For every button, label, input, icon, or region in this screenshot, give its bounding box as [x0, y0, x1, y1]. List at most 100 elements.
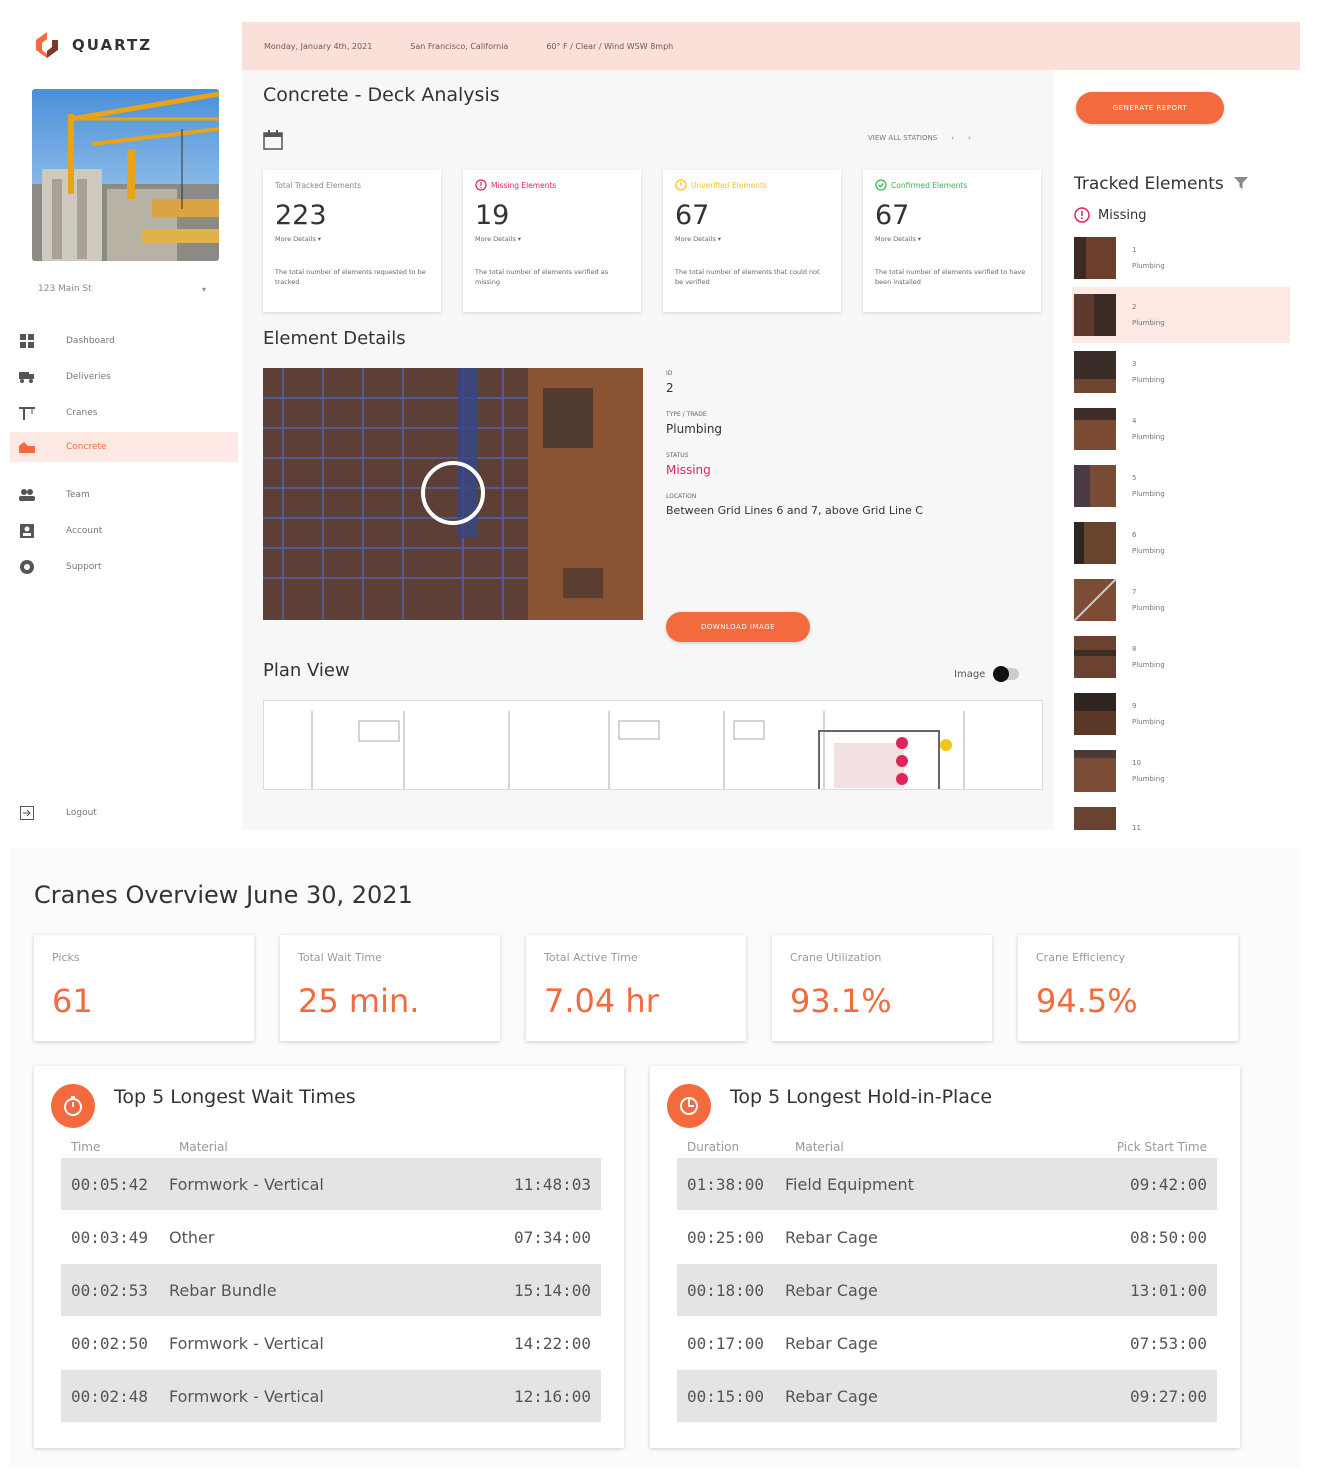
tracked-element-item[interactable]: 8 Plumbing [1072, 629, 1290, 685]
stat-description: The total number of elements verified to… [875, 268, 1026, 286]
sidebar-item-support[interactable]: Support [10, 552, 238, 582]
toggle-switch[interactable] [993, 666, 1020, 682]
element-item-text: 4 Plumbing [1132, 417, 1165, 441]
kpi-value: 7.04 hr [544, 982, 659, 1020]
element-details-panel: ID 2 TYPE / TRADE Plumbing STATUS Missin… [666, 370, 1046, 517]
station-nav: VIEW ALL STATIONS ‹ › [868, 134, 971, 142]
tracked-element-item[interactable]: 6 Plumbing [1072, 515, 1290, 571]
image-toggle[interactable]: Image [954, 666, 1020, 682]
tracked-element-item[interactable]: 1 Plumbing [1072, 230, 1290, 286]
kpi-card-picks: Picks 61 [34, 935, 254, 1041]
logout-button[interactable]: Logout [10, 798, 238, 828]
tracked-element-item[interactable]: 3 Plumbing [1072, 344, 1290, 400]
kpi-value: 25 min. [298, 982, 420, 1020]
chevron-left-icon[interactable]: ‹ [951, 134, 954, 142]
stat-label: Confirmed Elements [875, 178, 1029, 192]
concrete-app-window: QUARTZ 123 Main St ▾ Dashboard Deliverie… [10, 22, 1300, 830]
element-thumbnail [1074, 351, 1116, 393]
tracked-element-item[interactable]: 4 Plumbing [1072, 401, 1290, 457]
check-circle-icon [875, 179, 887, 191]
stopwatch-icon [51, 1084, 95, 1128]
tracked-elements-panel: GENERATE REPORT Tracked Elements Missing… [1054, 70, 1300, 830]
element-item-text: 8 Plumbing [1132, 645, 1165, 669]
sidebar-item-deliveries[interactable]: Deliveries [10, 362, 238, 392]
element-thumbnail [1074, 237, 1116, 279]
sidebar-item-label: Deliveries [66, 372, 111, 382]
element-status-label: STATUS [666, 452, 689, 459]
quartz-logo-icon [32, 30, 62, 60]
element-item-text: 2 Plumbing [1132, 303, 1165, 327]
stat-label: Unverified Elements [675, 178, 829, 192]
brand-logo[interactable]: QUARTZ [32, 30, 152, 60]
table-row: 00:02:50 Formwork - Vertical 14:22:00 [71, 1333, 591, 1353]
tracked-elements-header: Tracked Elements [1074, 174, 1248, 194]
concrete-icon [18, 440, 36, 454]
element-aerial-image[interactable] [263, 368, 643, 620]
table-row: 00:03:49 Other 07:34:00 [71, 1227, 591, 1247]
column-header-pick-start: Pick Start Time [1116, 1140, 1207, 1154]
view-all-stations-link[interactable]: VIEW ALL STATIONS [868, 134, 937, 142]
download-image-button[interactable]: DOWNLOAD IMAGE [666, 612, 810, 642]
chevron-down-icon: ▾ [201, 284, 206, 294]
sidebar-item-label: Support [66, 562, 102, 572]
kpi-value: 61 [52, 982, 93, 1020]
column-header-material: Material [795, 1140, 844, 1154]
team-icon [18, 488, 36, 502]
kpi-label: Crane Utilization [790, 951, 882, 964]
element-location-value: Between Grid Lines 6 and 7, above Grid L… [666, 504, 923, 517]
element-type-label: TYPE / TRADE [666, 411, 707, 418]
stat-card-missing: Missing Elements 19 More Details ▾ The t… [463, 170, 641, 312]
tracked-element-item[interactable]: 5 Plumbing [1072, 458, 1290, 514]
image-toggle-label: Image [954, 668, 986, 680]
site-location: San Francisco, California [410, 41, 509, 51]
truck-icon [18, 370, 36, 384]
plan-view-map[interactable] [263, 700, 1043, 790]
column-header-material: Material [179, 1140, 228, 1154]
column-header-time: Time [71, 1140, 101, 1154]
sidebar-item-cranes[interactable]: Cranes [10, 398, 238, 428]
generate-report-button[interactable]: GENERATE REPORT [1076, 92, 1224, 124]
filter-icon[interactable] [1233, 174, 1248, 194]
element-id-label: ID [666, 370, 673, 377]
dashboard-icon [18, 334, 36, 348]
kpi-value: 94.5% [1036, 982, 1138, 1020]
stat-label: Missing Elements [475, 178, 629, 192]
more-details-link[interactable]: More Details ▾ [275, 235, 429, 243]
tracked-element-item[interactable]: 10 Plumbing [1072, 743, 1290, 799]
tracked-element-item-selected[interactable]: 2 Plumbing [1072, 287, 1290, 343]
tracked-elements-title: Tracked Elements [1074, 174, 1224, 194]
sidebar-item-dashboard[interactable]: Dashboard [10, 326, 238, 356]
sidebar-item-label: Dashboard [66, 336, 115, 346]
stat-value: 19 [475, 200, 510, 231]
tracked-element-item[interactable]: 7 Plumbing [1072, 572, 1290, 628]
table-row: 00:15:00 Rebar Cage 09:27:00 [677, 1370, 1217, 1422]
hold-in-place-card: Top 5 Longest Hold-in-Place Duration Mat… [650, 1066, 1240, 1448]
stat-value: 223 [275, 200, 327, 231]
tracked-element-item[interactable]: 11 [1072, 800, 1290, 830]
sidebar-item-concrete[interactable]: Concrete [10, 432, 238, 462]
tracked-element-item[interactable]: 9 Plumbing [1072, 686, 1290, 742]
more-details-link[interactable]: More Details ▾ [475, 235, 629, 243]
site-select[interactable]: 123 Main St ▾ [32, 277, 212, 301]
table-row: 00:02:48 Formwork - Vertical 12:16:00 [61, 1370, 601, 1422]
logout-icon [18, 806, 36, 820]
element-thumbnail [1074, 465, 1116, 507]
stat-card-confirmed: Confirmed Elements 67 More Details ▾ The… [863, 170, 1041, 312]
calendar-icon[interactable] [263, 130, 283, 154]
alert-circle-icon [1074, 207, 1090, 223]
chevron-right-icon[interactable]: › [968, 134, 971, 142]
main-content: Concrete - Deck Analysis VIEW ALL STATIO… [242, 70, 1054, 830]
element-location-label: LOCATION [666, 493, 697, 500]
more-details-link[interactable]: More Details ▾ [875, 235, 1029, 243]
sidebar-item-account[interactable]: Account [10, 516, 238, 546]
page-title: Concrete - Deck Analysis [263, 84, 500, 106]
sidebar-item-label: Cranes [66, 408, 98, 418]
weather-info: 60° F / Clear / Wind WSW 8mph [546, 41, 674, 51]
element-thumbnail [1074, 579, 1116, 621]
more-details-link[interactable]: More Details ▾ [675, 235, 829, 243]
wait-times-card: Top 5 Longest Wait Times Time Material 0… [34, 1066, 624, 1448]
sidebar-item-label: Concrete [66, 442, 107, 452]
element-item-text: 1 Plumbing [1132, 246, 1165, 270]
sidebar-item-team[interactable]: Team [10, 480, 238, 510]
sidebar-item-label: Account [66, 526, 103, 536]
